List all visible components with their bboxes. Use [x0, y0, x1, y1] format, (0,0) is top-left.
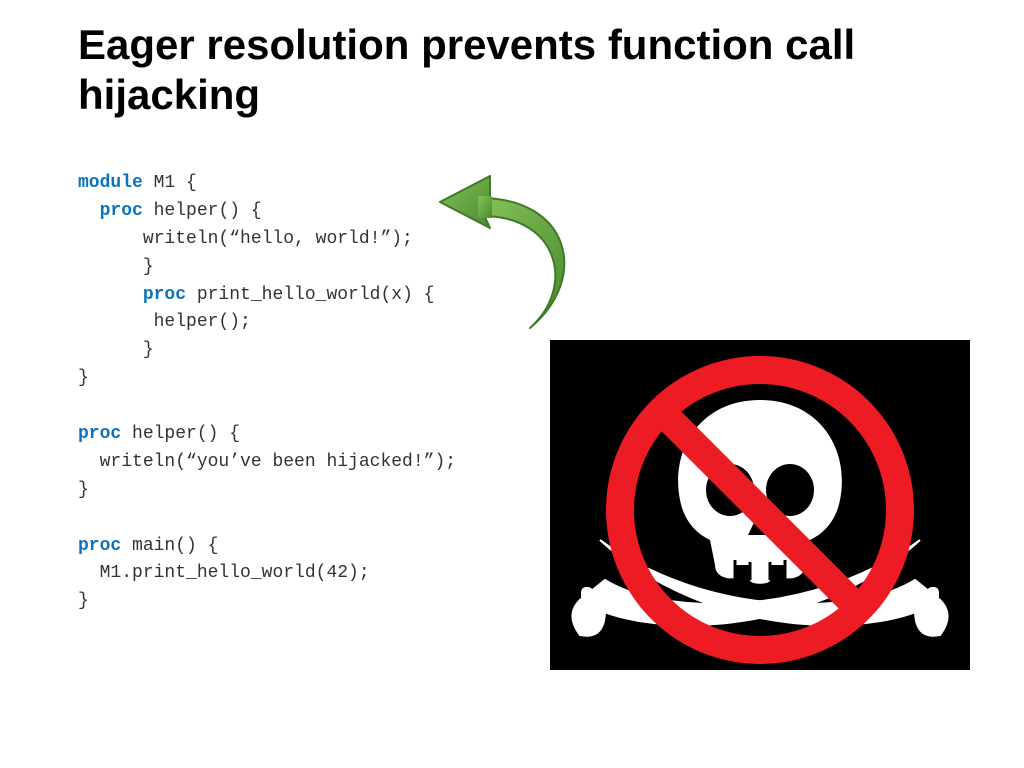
code-text: print_hello_world(x) { — [186, 285, 434, 305]
code-text: writeln(“hello, world!”); — [143, 229, 413, 249]
code-text: } — [78, 368, 89, 388]
keyword-proc: proc — [100, 201, 143, 221]
code-text: main() { — [121, 536, 218, 556]
code-text: helper(); — [154, 312, 251, 332]
code-text: M1.print_hello_world(42); — [100, 563, 370, 583]
code-text: } — [143, 340, 154, 360]
slide: Eager resolution prevents function call … — [0, 0, 1024, 768]
code-text: helper() { — [143, 201, 262, 221]
keyword-proc: proc — [78, 424, 121, 444]
keyword-proc: proc — [143, 285, 186, 305]
curved-arrow-icon — [430, 168, 590, 348]
code-text: } — [78, 591, 89, 611]
no-piracy-icon — [550, 340, 970, 670]
code-text: writeln(“you’ve been hijacked!”); — [100, 452, 456, 472]
code-text: helper() { — [121, 424, 240, 444]
code-text: M1 { — [143, 173, 197, 193]
code-text: } — [78, 480, 89, 500]
keyword-proc: proc — [78, 536, 121, 556]
slide-title: Eager resolution prevents function call … — [78, 20, 948, 119]
code-text: } — [143, 257, 154, 277]
keyword-module: module — [78, 173, 143, 193]
code-block: module M1 { proc helper() { writeln(“hel… — [78, 170, 456, 616]
